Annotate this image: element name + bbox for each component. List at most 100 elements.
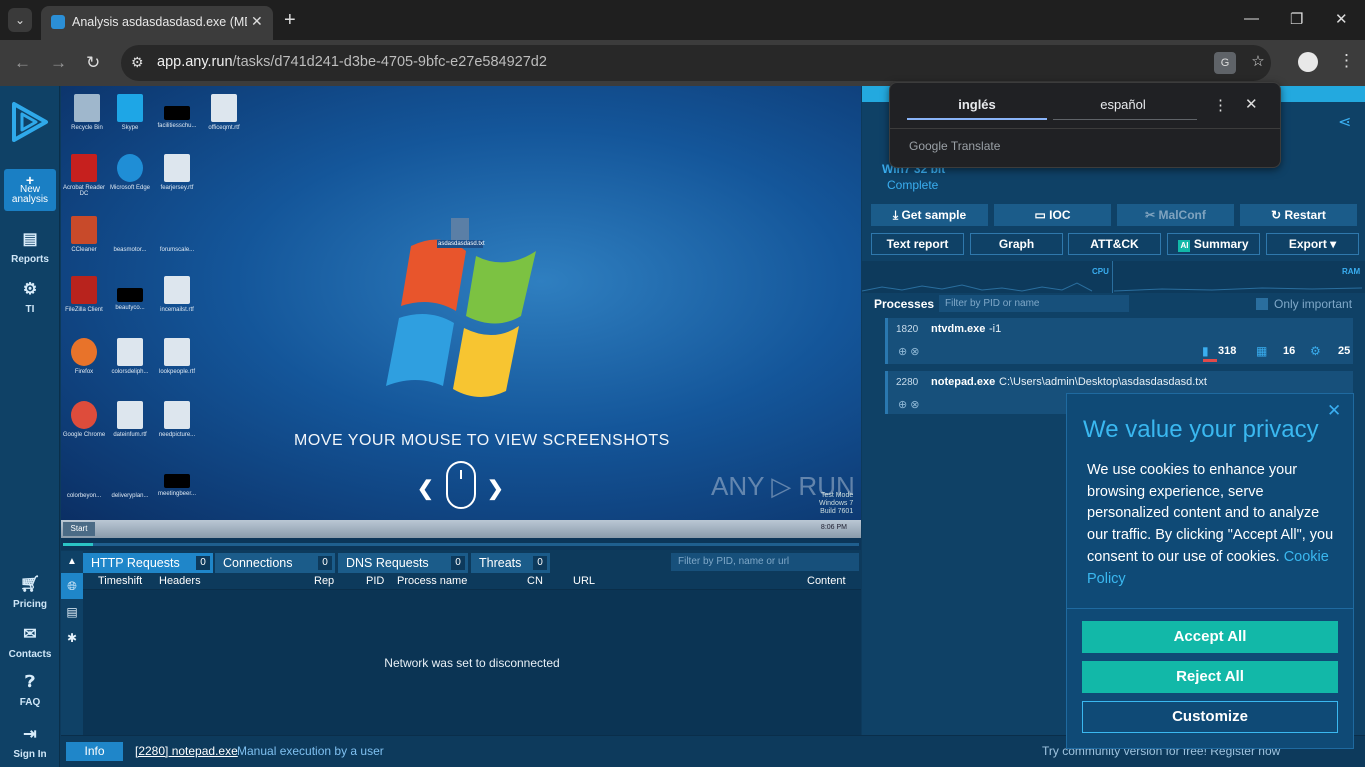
- testmode-label: Test Mode Windows 7 Build 7601: [819, 492, 854, 515]
- desktop-icon[interactable]: Recycle Bin: [64, 94, 110, 131]
- cookie-text: We use cookies to enhance your browsing …: [1087, 462, 1334, 587]
- cart-icon: 🛒︎: [19, 576, 41, 593]
- vm-start-button: Start: [63, 522, 95, 536]
- maximize-button[interactable]: ❐: [1290, 10, 1303, 28]
- desktop-icon[interactable]: FileZilla Client: [61, 276, 107, 313]
- profile-avatar[interactable]: [1298, 52, 1318, 72]
- get-sample-button[interactable]: ⤓ Get sample: [871, 204, 988, 226]
- browser-menu-icon[interactable]: ⋮: [1338, 51, 1355, 71]
- graph-button[interactable]: Graph: [970, 233, 1063, 255]
- network-filter-input[interactable]: Filter by PID, name or url: [671, 553, 859, 571]
- anyrun-logo[interactable]: [10, 100, 50, 144]
- desktop-icon[interactable]: lookpeople.rtf: [154, 338, 200, 375]
- globe-icon[interactable]: 🌐︎: [61, 573, 83, 599]
- app-sidebar: + New analysis ▤ Reports ⚙ TI 🛒︎ Pricing…: [0, 86, 60, 767]
- translate-close-icon[interactable]: ✕: [1245, 95, 1258, 113]
- forward-button[interactable]: →: [50, 53, 67, 73]
- lang-source-tab[interactable]: inglés: [907, 97, 1047, 112]
- desktop-icon[interactable]: Google Chrome: [61, 401, 107, 438]
- browser-tab[interactable]: Analysis asdasdasdasd.exe (MD ✕: [41, 6, 273, 40]
- desktop-icon[interactable]: Firefox: [61, 338, 107, 375]
- sidebar-item-reports[interactable]: ▤ Reports: [0, 229, 60, 265]
- mouse-icon: [446, 461, 476, 509]
- desktop-icon[interactable]: colorsdeliph...: [107, 338, 153, 375]
- only-important-checkbox[interactable]: Only important: [1256, 297, 1352, 311]
- tab-http-requests[interactable]: HTTP Requests 0: [83, 553, 213, 573]
- restart-button[interactable]: ↻ Restart: [1240, 204, 1357, 226]
- url-text[interactable]: app.any.run/tasks/d741d241-d3be-4705-9bf…: [157, 54, 547, 70]
- tab-close-icon[interactable]: ✕: [251, 13, 263, 30]
- desktop-icon[interactable]: deliveryplan...: [107, 462, 153, 499]
- bookmark-star-icon[interactable]: ☆: [1247, 52, 1269, 74]
- desktop-icon[interactable]: officeqmt.rtf: [201, 94, 247, 131]
- registry-icon: ▦: [1256, 344, 1268, 358]
- ioc-button[interactable]: ▭ IOC: [994, 204, 1111, 226]
- file-icon[interactable]: ▤: [61, 599, 83, 625]
- customize-button[interactable]: Customize: [1082, 701, 1338, 733]
- translate-popup: inglés español ⋮ ✕ Google Translate: [889, 82, 1281, 168]
- accept-all-button[interactable]: Accept All: [1082, 621, 1338, 653]
- reload-button[interactable]: ↻: [86, 53, 100, 73]
- cookie-close-icon[interactable]: ✕: [1327, 401, 1341, 421]
- malconf-button[interactable]: ✂ MalConf: [1117, 204, 1234, 226]
- summary-button[interactable]: AI Summary: [1167, 233, 1260, 255]
- sidebar-item-contacts[interactable]: ✉ Contacts: [0, 624, 60, 660]
- desktop-icon[interactable]: Acrobat Reader DC: [61, 154, 107, 197]
- back-button[interactable]: ←: [14, 53, 31, 73]
- desktop-icon[interactable]: CCleaner: [61, 216, 107, 253]
- desktop-icon[interactable]: Microsoft Edge: [107, 154, 153, 191]
- reject-all-button[interactable]: Reject All: [1082, 661, 1338, 693]
- desktop-icon[interactable]: facilitiesschu...: [154, 94, 200, 129]
- process-row[interactable]: 1820 ntvdm.exe -i1 ⊕ ⊗ ▮ 318 ▦ 16 ⚙ 25: [885, 318, 1353, 364]
- desktop-icon[interactable]: dateinfum.rtf: [107, 401, 153, 438]
- text-report-button[interactable]: Text report: [871, 233, 964, 255]
- cookie-consent-dialog: ✕ We value your privacy We use cookies t…: [1066, 393, 1354, 749]
- dragged-file-icon[interactable]: asdasdasdasd.txt: [437, 218, 485, 248]
- minimize-button[interactable]: —: [1244, 10, 1259, 27]
- omnibox[interactable]: ⚙ app.any.run/tasks/d741d241-d3be-4705-9…: [121, 45, 1271, 81]
- status-process-link[interactable]: [2280] notepad.exe: [135, 744, 238, 758]
- desktop-icon[interactable]: beautyco...: [107, 276, 153, 311]
- desktop-icon[interactable]: meetingbeer...: [154, 462, 200, 497]
- attck-button[interactable]: ATT&CK: [1068, 233, 1161, 255]
- desktop-icon[interactable]: beasmotor...: [107, 216, 153, 253]
- network-empty-message: Network was set to disconnected: [384, 656, 560, 670]
- prev-screenshot-arrow[interactable]: ❮: [417, 476, 434, 501]
- tab-dns-requests[interactable]: DNS Requests 0: [338, 553, 468, 573]
- sidebar-item-faq[interactable]: ❓︎ FAQ: [0, 674, 60, 708]
- next-screenshot-arrow[interactable]: ❯: [487, 476, 504, 501]
- google-translate-brand: Google Translate: [909, 139, 1001, 153]
- desktop-icon[interactable]: forumscale...: [154, 216, 200, 253]
- translate-menu-icon[interactable]: ⋮: [1213, 96, 1228, 114]
- share-icon[interactable]: ⋖: [1338, 112, 1351, 132]
- translate-icon[interactable]: G: [1214, 52, 1236, 74]
- info-button[interactable]: Info: [66, 742, 123, 761]
- new-analysis-button[interactable]: + New analysis: [4, 169, 56, 211]
- lang-target-tab[interactable]: español: [1053, 97, 1193, 112]
- processes-filter-input[interactable]: Filter by PID or name: [939, 295, 1129, 312]
- desktop-icon[interactable]: fearjersey.rtf: [154, 154, 200, 191]
- desktop-icon[interactable]: Skype: [107, 94, 153, 131]
- desktop-icon[interactable]: incemailst.rtf: [154, 276, 200, 313]
- timeline-strip[interactable]: [61, 538, 861, 550]
- windows-logo: [386, 239, 536, 398]
- tab-connections[interactable]: Connections 0: [215, 553, 335, 573]
- desktop-icon[interactable]: colorbeyon...: [61, 462, 107, 499]
- help-icon: ❓︎: [25, 674, 35, 691]
- desktop-icon[interactable]: needpicture...: [154, 401, 200, 438]
- new-tab-button[interactable]: +: [284, 9, 296, 32]
- vm-screenshot[interactable]: Recycle Bin Skype facilitiesschu... offi…: [61, 86, 861, 520]
- sidebar-item-ti[interactable]: ⚙ TI: [0, 279, 60, 315]
- collapse-chevron-icon[interactable]: ▲: [61, 551, 83, 573]
- bug-icon[interactable]: ✱: [61, 625, 83, 651]
- window-close-button[interactable]: ✕: [1335, 10, 1348, 28]
- tab-threats[interactable]: Threats 0: [471, 553, 550, 573]
- sidebar-item-pricing[interactable]: 🛒︎ Pricing: [0, 574, 60, 610]
- export-button[interactable]: Export ▾: [1266, 233, 1359, 255]
- processes-label: Processes: [874, 297, 935, 311]
- vm-clock: 8:06 PM: [820, 524, 847, 531]
- site-info-icon[interactable]: ⚙: [131, 54, 144, 71]
- tab-search-button[interactable]: ⌄: [8, 8, 32, 32]
- sidebar-item-signin[interactable]: ⇥ Sign In: [0, 724, 60, 760]
- address-bar-row: ← → ↻ ⚙ app.any.run/tasks/d741d241-d3be-…: [0, 40, 1365, 86]
